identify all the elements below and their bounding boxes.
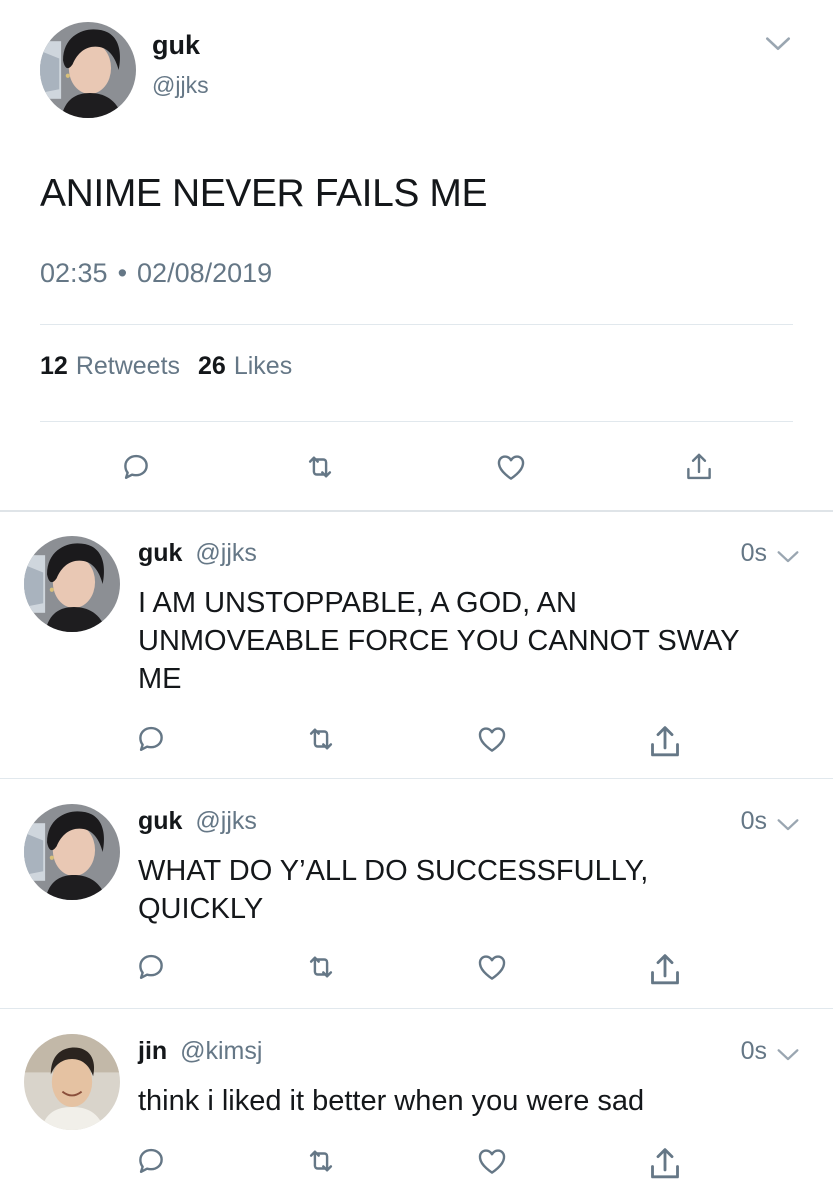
author-handle[interactable]: @jjks	[152, 72, 209, 99]
reply-actions	[0, 950, 833, 990]
divider	[40, 421, 793, 422]
tweet-actions	[0, 450, 833, 484]
reply-header: guk @jjks	[138, 807, 257, 836]
main-tweet: guk @jjks ANIME NEVER FAILS ME 02:35 • 0…	[0, 0, 833, 512]
reply-header: guk @jjks	[138, 539, 257, 568]
reply-header: jin @kimsj	[138, 1037, 262, 1066]
chevron-down-icon[interactable]	[774, 1041, 802, 1069]
avatar[interactable]	[40, 22, 136, 118]
tweet-text: ANIME NEVER FAILS ME	[40, 172, 488, 215]
reply-text-line: WHAT DO Y’ALL DO SUCCESSFULLY,	[138, 855, 649, 887]
reply-text-line: ME	[138, 663, 182, 695]
author-name[interactable]: guk	[138, 539, 182, 567]
chevron-down-icon[interactable]	[774, 543, 802, 571]
reply-icon[interactable]	[134, 1144, 168, 1178]
reply-text-line: I AM UNSTOPPABLE, A GOD, AN	[138, 587, 577, 619]
retweet-icon[interactable]	[303, 450, 337, 484]
avatar[interactable]	[24, 1034, 120, 1130]
reply-actions	[0, 722, 833, 762]
like-count[interactable]: 26	[198, 352, 226, 381]
reply-text-line: QUICKLY	[138, 893, 264, 925]
divider	[40, 324, 793, 325]
reply-text: WHAT DO Y’ALL DO SUCCESSFULLY, QUICKLY	[138, 852, 798, 928]
divider	[0, 1008, 833, 1009]
share-icon[interactable]	[645, 722, 685, 762]
tweet-date: 02/08/2019	[137, 258, 273, 288]
reply-icon[interactable]	[134, 950, 168, 984]
retweet-icon[interactable]	[304, 722, 338, 756]
reply-text: think i liked it better when you were sa…	[138, 1082, 798, 1120]
reply-icon[interactable]	[134, 722, 168, 756]
reply-text-line: UNMOVEABLE FORCE YOU CANNOT SWAY	[138, 625, 740, 657]
reply-text: I AM UNSTOPPABLE, A GOD, AN UNMOVEABLE F…	[138, 584, 798, 698]
reply-time: 0s	[740, 539, 767, 567]
tweet-time: 02:35	[40, 258, 108, 288]
reply-tweet[interactable]: jin @kimsj 0s think i liked it better wh…	[0, 1010, 833, 1200]
retweet-label[interactable]: Retweets	[76, 352, 180, 381]
share-icon[interactable]	[645, 1144, 685, 1184]
reply-actions	[0, 1144, 833, 1184]
author-name[interactable]: guk	[152, 30, 200, 61]
heart-icon[interactable]	[475, 722, 509, 756]
avatar[interactable]	[24, 804, 120, 900]
like-label[interactable]: Likes	[234, 352, 292, 381]
heart-icon[interactable]	[475, 1144, 509, 1178]
reply-time: 0s	[740, 1037, 767, 1065]
tweet-timestamp: 02:35 • 02/08/2019	[40, 258, 272, 289]
reply-icon[interactable]	[119, 450, 153, 484]
retweet-icon[interactable]	[304, 950, 338, 984]
share-icon[interactable]	[645, 950, 685, 990]
reply-tweet[interactable]: guk @jjks 0s I AM UNSTOPPABLE, A GOD, AN…	[0, 512, 833, 780]
author-handle[interactable]: @jjks	[195, 539, 257, 567]
share-icon[interactable]	[682, 450, 716, 484]
heart-icon[interactable]	[475, 950, 509, 984]
heart-icon[interactable]	[494, 450, 528, 484]
divider	[0, 778, 833, 779]
reply-text-line: think i liked it better when you were sa…	[138, 1085, 645, 1117]
author-handle[interactable]: @jjks	[195, 807, 257, 835]
chevron-down-icon[interactable]	[774, 811, 802, 839]
reply-tweet[interactable]: guk @jjks 0s WHAT DO Y’ALL DO SUCCESSFUL…	[0, 780, 833, 1010]
author-handle[interactable]: @kimsj	[180, 1037, 262, 1065]
avatar[interactable]	[24, 536, 120, 632]
retweet-count[interactable]: 12	[40, 352, 68, 381]
author-name[interactable]: jin	[138, 1037, 167, 1065]
tweet-stats: 12 Retweets 26 Likes	[40, 352, 302, 381]
chevron-down-icon[interactable]	[762, 28, 794, 60]
meta-separator: •	[117, 258, 128, 288]
reply-time: 0s	[740, 807, 767, 835]
retweet-icon[interactable]	[304, 1144, 338, 1178]
author-name[interactable]: guk	[138, 807, 182, 835]
